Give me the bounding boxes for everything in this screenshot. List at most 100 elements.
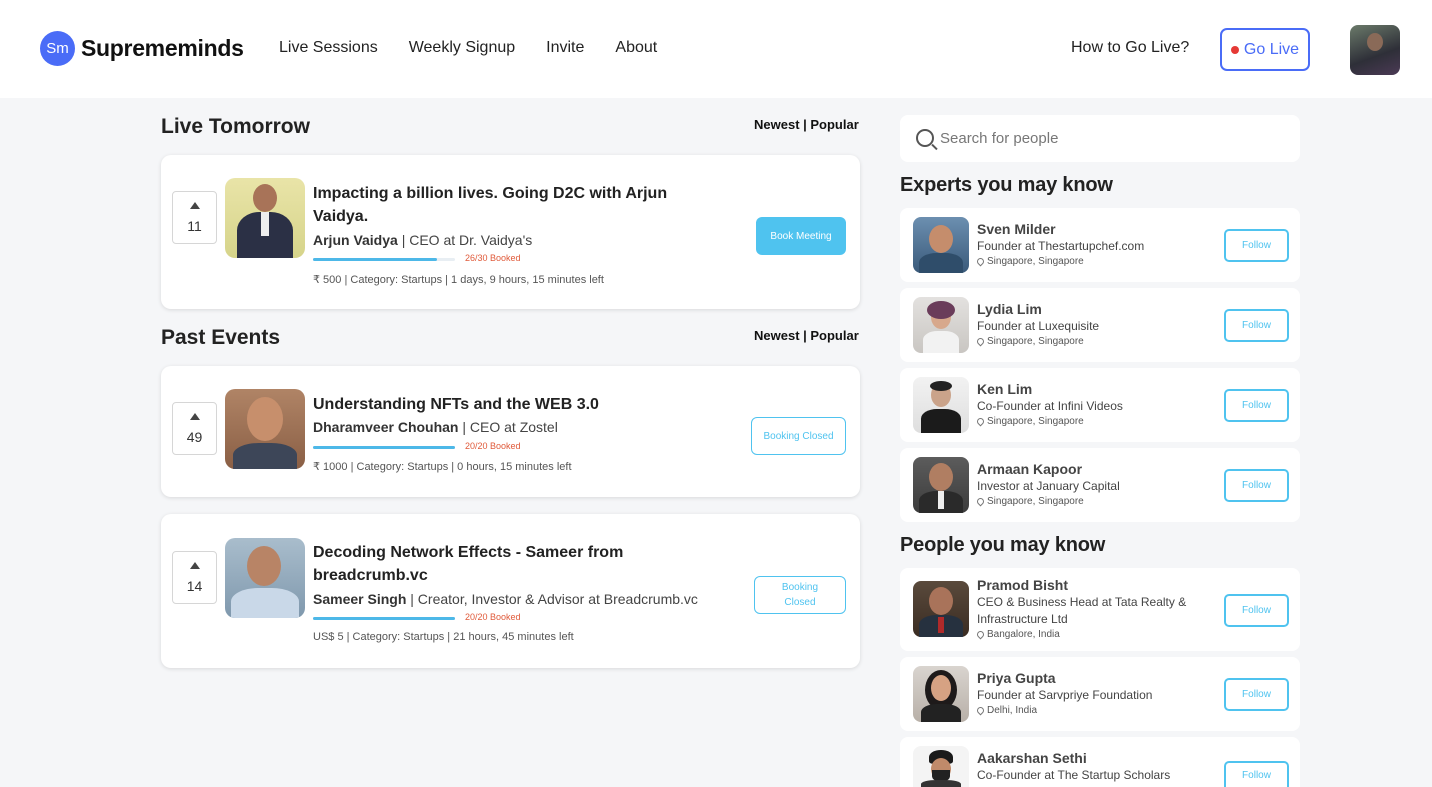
host-name[interactable]: Arjun Vaidya [313, 232, 398, 248]
person-photo [913, 297, 969, 353]
live-sort-toggle[interactable]: Newest | Popular [754, 117, 859, 132]
person-role: CEO & Business Head at Tata Realty & Inf… [977, 595, 1187, 626]
go-live-button[interactable]: Go Live [1220, 28, 1310, 71]
follow-button[interactable]: Follow [1224, 761, 1289, 787]
logo[interactable]: Sm Suprememinds [40, 31, 244, 66]
nav-live-sessions[interactable]: Live Sessions [279, 39, 378, 57]
person-role: Co-Founder at The Startup Scholars [977, 768, 1171, 782]
person-photo [913, 666, 969, 722]
book-meeting-button[interactable]: Book Meeting [756, 217, 846, 255]
go-live-label: Go Live [1243, 40, 1300, 58]
event-host: Dharamveer Chouhan | CEO at Zostel [313, 419, 558, 435]
booked-count: 20/20 Booked [465, 441, 521, 451]
person-card[interactable]: Sven Milder Founder at Thestartupchef.co… [900, 208, 1300, 282]
host-photo [225, 178, 305, 258]
event-title[interactable]: Impacting a billion lives. Going D2C wit… [313, 182, 667, 228]
person-role: Co-Founder at Infini Videos [977, 399, 1123, 413]
location-pin-icon [975, 496, 986, 507]
person-location: Delhi, India [975, 705, 1037, 716]
host-role: | CEO at Zostel [462, 419, 558, 435]
follow-button[interactable]: Follow [1224, 469, 1289, 502]
booked-count: 26/30 Booked [465, 253, 521, 263]
live-dot-icon [1230, 45, 1239, 54]
how-to-go-live-link[interactable]: How to Go Live? [1071, 39, 1189, 57]
upvote-button[interactable]: 49 [172, 402, 217, 455]
event-meta: ₹ 500 | Category: Startups | 1 days, 9 h… [313, 274, 604, 286]
top-header: Sm Suprememinds Live Sessions Weekly Sig… [0, 0, 1432, 98]
booked-count: 20/20 Booked [465, 612, 521, 622]
event-host: Arjun Vaidya | CEO at Dr. Vaidya's [313, 232, 532, 248]
person-role: Investor at January Capital [977, 479, 1120, 493]
person-name[interactable]: Pramod Bisht [977, 577, 1068, 593]
person-photo [913, 746, 969, 787]
person-card[interactable]: Aakarshan Sethi Co-Founder at The Startu… [900, 737, 1300, 787]
person-card[interactable]: Armaan Kapoor Investor at January Capita… [900, 448, 1300, 522]
follow-button[interactable]: Follow [1224, 309, 1289, 342]
person-photo [913, 217, 969, 273]
follow-button[interactable]: Follow [1224, 678, 1289, 711]
person-card[interactable]: Priya Gupta Founder at Sarvpriye Foundat… [900, 657, 1300, 731]
person-photo [913, 457, 969, 513]
logo-badge: Sm [40, 31, 75, 66]
host-role: | CEO at Dr. Vaidya's [401, 232, 533, 248]
vote-count: 49 [186, 428, 203, 445]
booking-closed-button[interactable]: Booking Closed [751, 417, 846, 455]
vote-count: 14 [186, 577, 203, 594]
past-sort-toggle[interactable]: Newest | Popular [754, 328, 859, 343]
upvote-button[interactable]: 11 [172, 191, 217, 244]
person-name[interactable]: Lydia Lim [977, 301, 1042, 317]
person-role: Founder at Luxequisite [977, 319, 1100, 333]
experts-title: Experts you may know [900, 174, 1113, 196]
upvote-button[interactable]: 14 [172, 551, 217, 604]
event-meta: ₹ 1000 | Category: Startups | 0 hours, 1… [313, 461, 572, 473]
upvote-arrow-icon [189, 201, 200, 209]
event-card[interactable]: 49 Understanding NFTs and the WEB 3.0 Dh… [161, 366, 860, 497]
host-name[interactable]: Sameer Singh [313, 591, 406, 607]
vote-count: 11 [187, 217, 202, 234]
nav-invite[interactable]: Invite [546, 39, 584, 57]
person-name[interactable]: Ken Lim [977, 381, 1032, 397]
upvote-arrow-icon [189, 561, 200, 569]
person-location: Singapore, Singapore [975, 336, 1084, 347]
nav-weekly-signup[interactable]: Weekly Signup [409, 39, 515, 57]
event-host: Sameer Singh | Creator, Investor & Advis… [313, 591, 698, 607]
person-role: Founder at Thestartupchef.com [977, 239, 1145, 253]
person-photo [913, 581, 969, 637]
person-name[interactable]: Priya Gupta [977, 670, 1056, 686]
event-card[interactable]: 14 Decoding Network Effects - Sameer fro… [161, 514, 860, 668]
booking-closed-button[interactable]: Booking Closed [754, 576, 846, 614]
person-card[interactable]: Ken Lim Co-Founder at Infini Videos Sing… [900, 368, 1300, 442]
person-location: Singapore, Singapore [975, 496, 1084, 507]
person-name[interactable]: Sven Milder [977, 221, 1056, 237]
follow-button[interactable]: Follow [1224, 389, 1289, 422]
search-input[interactable] [940, 127, 1280, 149]
person-role: Founder at Sarvpriye Foundation [977, 688, 1153, 702]
person-name[interactable]: Armaan Kapoor [977, 461, 1082, 477]
event-title[interactable]: Decoding Network Effects - Sameer from b… [313, 541, 623, 587]
user-avatar[interactable] [1350, 25, 1400, 75]
event-card[interactable]: 11 Impacting a billion lives. Going D2C … [161, 155, 860, 309]
location-pin-icon [975, 705, 986, 716]
people-search [900, 115, 1300, 162]
host-name[interactable]: Dharamveer Chouhan [313, 419, 458, 435]
location-pin-icon [975, 256, 986, 267]
person-location: Singapore, Singapore [975, 256, 1084, 267]
booking-progress [313, 258, 455, 261]
main-nav: Live Sessions Weekly Signup Invite About [279, 39, 688, 57]
logo-text: Suprememinds [81, 35, 244, 61]
host-role: | Creator, Investor & Advisor at Breadcr… [410, 591, 698, 607]
person-card[interactable]: Lydia Lim Founder at Luxequisite Singapo… [900, 288, 1300, 362]
location-pin-icon [975, 629, 986, 640]
booking-progress [313, 446, 455, 449]
follow-button[interactable]: Follow [1224, 229, 1289, 262]
event-title[interactable]: Understanding NFTs and the WEB 3.0 [313, 393, 599, 416]
person-name[interactable]: Aakarshan Sethi [977, 750, 1087, 766]
follow-button[interactable]: Follow [1224, 594, 1289, 627]
booking-progress [313, 617, 455, 620]
nav-about[interactable]: About [615, 39, 657, 57]
person-location: Singapore, Singapore [975, 416, 1084, 427]
people-title: People you may know [900, 534, 1106, 556]
host-photo [225, 389, 305, 469]
person-card[interactable]: Pramod Bisht CEO & Business Head at Tata… [900, 568, 1300, 651]
location-pin-icon [975, 416, 986, 427]
